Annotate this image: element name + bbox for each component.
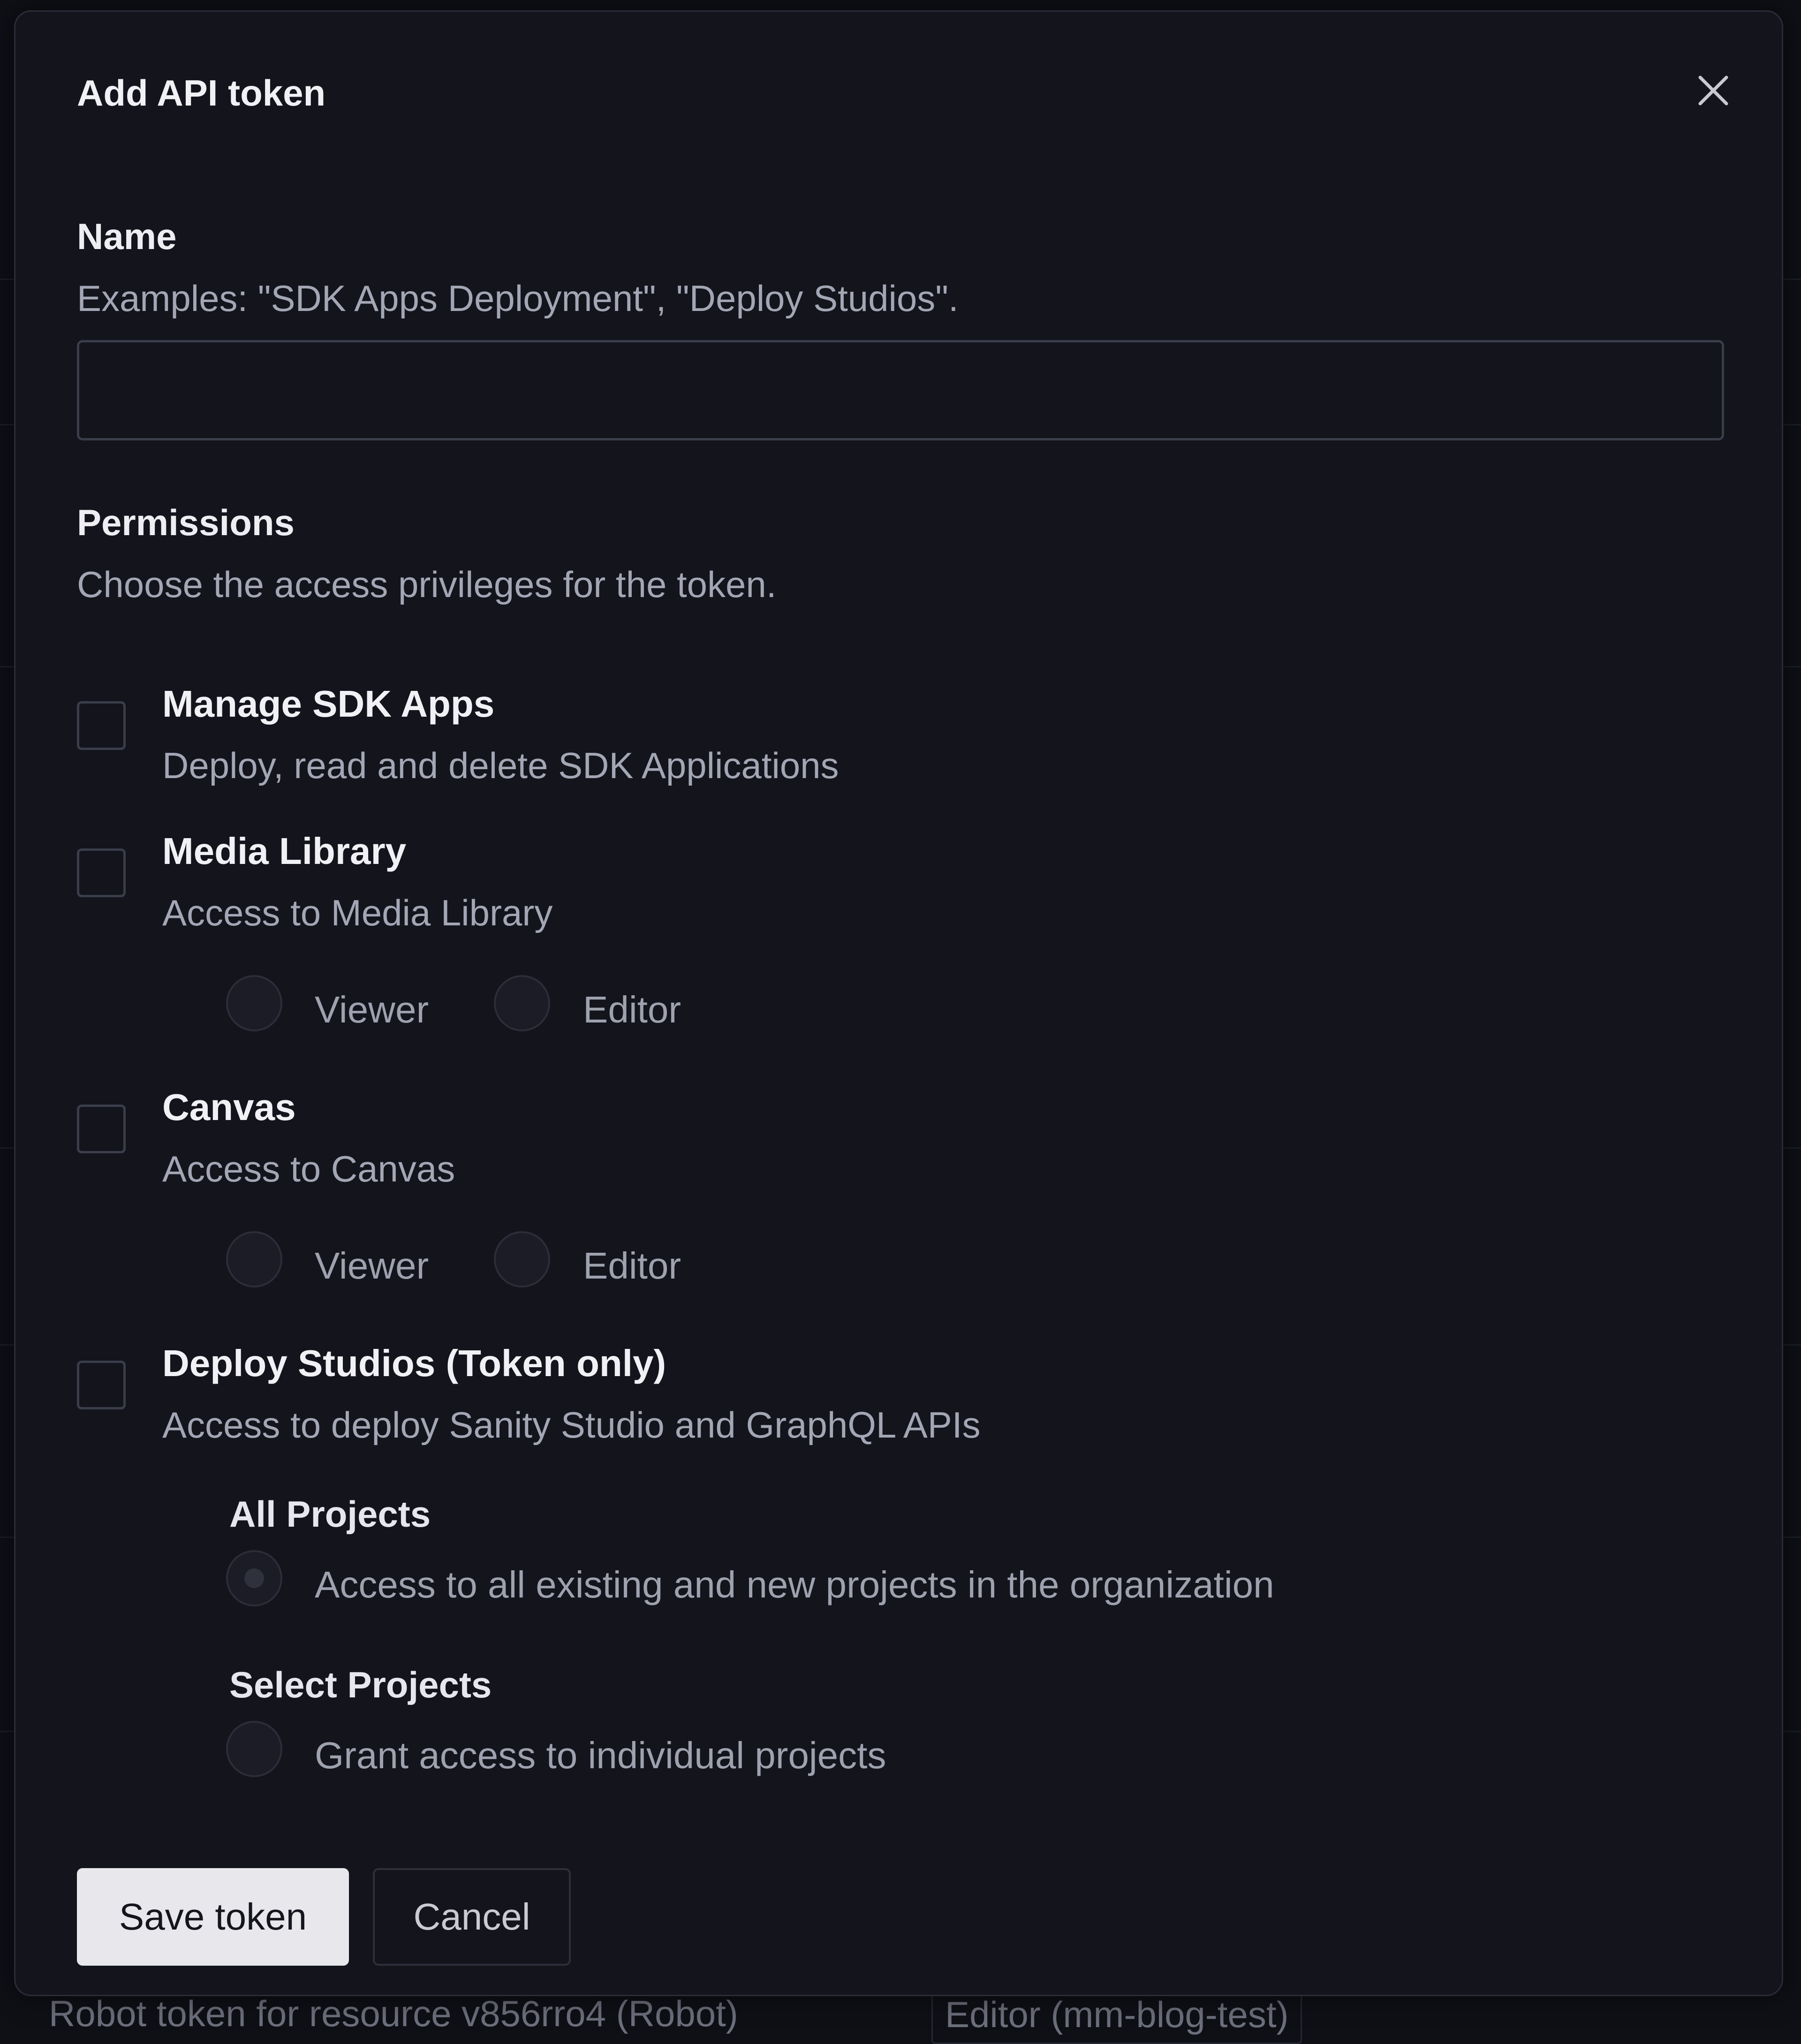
media-library-editor-radio[interactable] — [494, 975, 550, 1031]
name-label: Name — [77, 216, 177, 257]
manage-sdk-apps-title: Manage SDK Apps — [162, 683, 495, 725]
manage-sdk-apps-checkbox[interactable] — [77, 701, 126, 750]
save-token-button[interactable]: Save token — [77, 1868, 349, 1966]
all-projects-radio[interactable] — [226, 1550, 282, 1606]
media-library-viewer-label: Viewer — [315, 989, 429, 1030]
media-library-editor-label: Editor — [583, 989, 681, 1030]
dialog-title: Add API token — [77, 72, 326, 114]
media-library-description: Access to Media Library — [162, 892, 553, 933]
canvas-title: Canvas — [162, 1086, 296, 1128]
permissions-hint: Choose the access privileges for the tok… — [77, 564, 777, 605]
select-projects-radio[interactable] — [226, 1721, 282, 1777]
media-library-title: Media Library — [162, 830, 407, 872]
deploy-studios-checkbox[interactable] — [77, 1361, 126, 1409]
manage-sdk-apps-description: Deploy, read and delete SDK Applications — [162, 745, 839, 786]
all-projects-heading: All Projects — [229, 1493, 431, 1535]
select-projects-heading: Select Projects — [229, 1664, 492, 1705]
all-projects-description: Access to all existing and new projects … — [315, 1564, 1274, 1605]
name-input[interactable] — [77, 340, 1724, 440]
deploy-studios-title: Deploy Studios (Token only) — [162, 1342, 666, 1384]
close-button[interactable] — [1690, 67, 1737, 114]
media-library-checkbox[interactable] — [77, 848, 126, 897]
canvas-viewer-label: Viewer — [315, 1245, 429, 1287]
canvas-checkbox[interactable] — [77, 1105, 126, 1153]
canvas-description: Access to Canvas — [162, 1148, 455, 1189]
canvas-editor-radio[interactable] — [494, 1231, 550, 1287]
permissions-label: Permissions — [77, 502, 295, 543]
deploy-studios-description: Access to deploy Sanity Studio and Graph… — [162, 1404, 981, 1446]
background-row-label: Robot token for resource v856rro4 (Robot… — [49, 1993, 738, 2034]
name-hint: Examples: "SDK Apps Deployment", "Deploy… — [77, 278, 959, 319]
media-library-viewer-radio[interactable] — [226, 975, 282, 1031]
close-icon — [1698, 76, 1728, 106]
canvas-viewer-radio[interactable] — [226, 1231, 282, 1287]
cancel-button[interactable]: Cancel — [373, 1868, 571, 1966]
select-projects-description: Grant access to individual projects — [315, 1734, 886, 1776]
canvas-editor-label: Editor — [583, 1245, 681, 1287]
add-api-token-dialog: Add API token Name Examples: "SDK Apps D… — [14, 10, 1783, 1996]
